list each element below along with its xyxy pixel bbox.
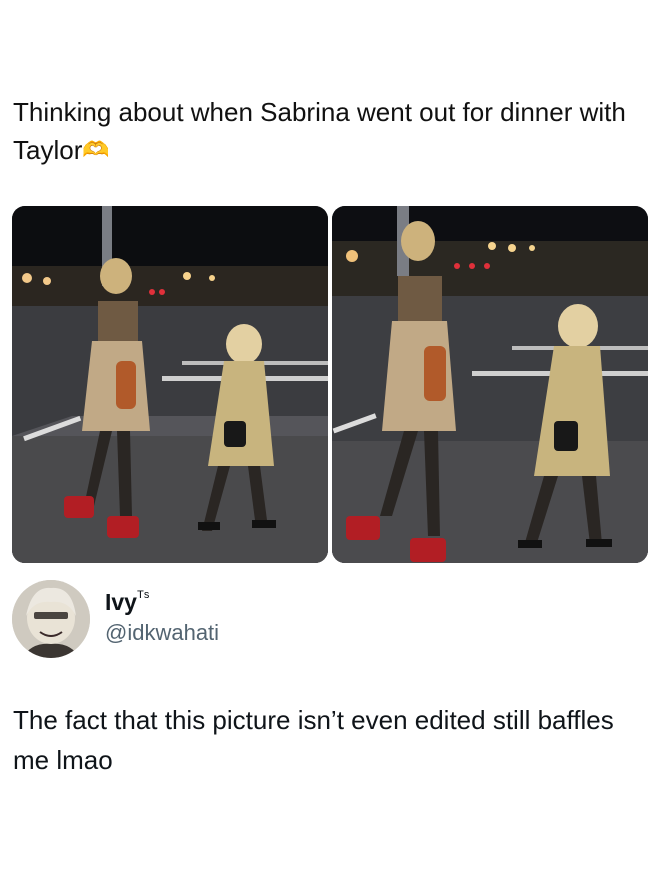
post-caption: Thinking about when Sabrina went out for… [13, 93, 653, 169]
tweet-author[interactable]: Ivyᵀˢ @idkwahati [12, 580, 612, 660]
avatar[interactable] [12, 580, 90, 658]
photo-grid [12, 206, 648, 563]
heart-hands-icon: 🫶 [82, 137, 110, 162]
tweet-text: The fact that this picture isn’t even ed… [13, 705, 614, 775]
display-name[interactable]: Ivyᵀˢ [105, 589, 149, 616]
user-handle[interactable]: @idkwahati [105, 620, 219, 646]
photo-left[interactable] [12, 206, 328, 563]
street-photo-image [12, 206, 328, 563]
photo-right[interactable] [332, 206, 648, 563]
name-suffix: ᵀˢ [136, 589, 150, 606]
avatar-image [12, 580, 90, 658]
street-photo-image [332, 206, 648, 563]
display-name-text: Ivy [105, 589, 137, 615]
